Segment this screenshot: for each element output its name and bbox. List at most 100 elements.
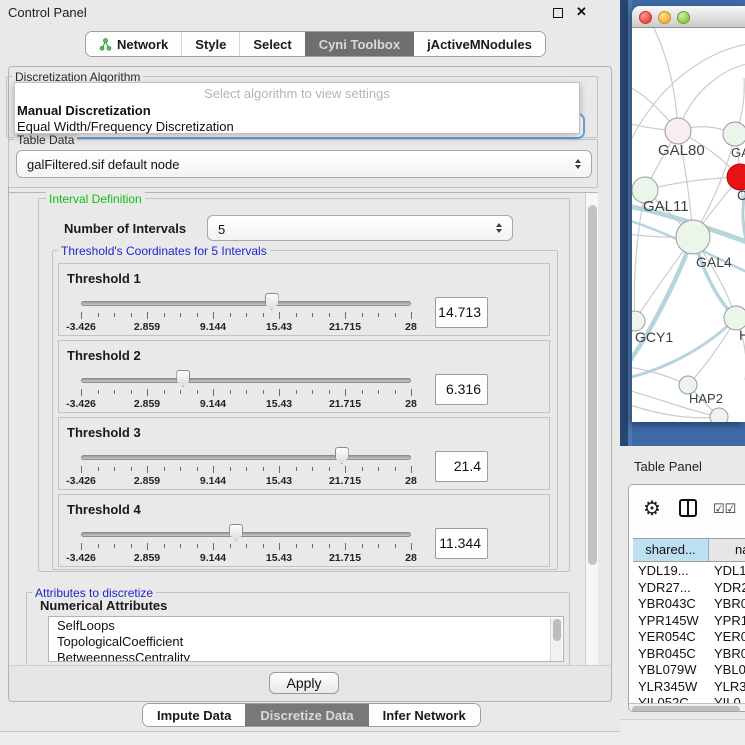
- network-window-titlebar[interactable]: [632, 6, 745, 28]
- gear-icon[interactable]: ⚙: [643, 496, 661, 521]
- tick-mark: [246, 544, 247, 548]
- network-edge[interactable]: [678, 64, 745, 131]
- cell-shared-name[interactable]: YIL052C: [633, 695, 709, 703]
- network-node[interactable]: [710, 408, 728, 422]
- tick-mark: [81, 312, 82, 319]
- threshold-value-field[interactable]: 11.344: [435, 528, 488, 559]
- threshold-slider-track[interactable]: [81, 455, 411, 460]
- threshold-value-field[interactable]: 14.713: [435, 297, 488, 328]
- mac-zoom-icon[interactable]: [677, 11, 690, 24]
- horizontal-scrollbar[interactable]: [629, 703, 745, 712]
- tab-cyni-toolbox[interactable]: Cyni Toolbox: [305, 32, 413, 56]
- cell-name[interactable]: YBL0: [709, 662, 745, 679]
- table-row[interactable]: YPR145WYPR1: [633, 613, 745, 630]
- table-row[interactable]: YLR345WYLR3: [633, 679, 745, 696]
- cell-shared-name[interactable]: YDR27...: [633, 580, 709, 597]
- split-columns-icon[interactable]: [679, 499, 697, 517]
- table-row[interactable]: YER054CYER0: [633, 629, 745, 646]
- attribute-item[interactable]: BetweennessCentrality: [49, 649, 563, 662]
- cell-name[interactable]: YBR0: [709, 596, 745, 613]
- cell-shared-name[interactable]: YBR045C: [633, 646, 709, 663]
- apply-button[interactable]: Apply: [269, 672, 339, 694]
- threshold-slider-thumb[interactable]: [176, 370, 190, 387]
- scale-label: 2.859: [134, 321, 160, 333]
- network-edge[interactable]: [632, 404, 719, 418]
- tab-discretize-data[interactable]: Discretize Data: [245, 704, 367, 726]
- table-row[interactable]: YDR27...YDR2: [633, 580, 745, 597]
- tick-mark: [312, 544, 313, 548]
- scrollbar-thumb[interactable]: [588, 205, 597, 565]
- tick-mark: [395, 313, 396, 317]
- tab-select[interactable]: Select: [239, 32, 304, 56]
- column-header-shared[interactable]: shared...: [633, 539, 709, 561]
- dropdown-option-manual[interactable]: Manual Discretization: [17, 103, 577, 119]
- tick-mark: [395, 544, 396, 548]
- table-row[interactable]: YIL052CYIL0: [633, 695, 745, 703]
- list-scrollbar[interactable]: [550, 618, 562, 662]
- tick-mark: [180, 544, 181, 548]
- network-node-gal80[interactable]: [665, 118, 691, 144]
- tab-infer-network[interactable]: Infer Network: [368, 704, 480, 726]
- attribute-item[interactable]: SelfLoops: [49, 617, 563, 633]
- cell-shared-name[interactable]: YPR145W: [633, 613, 709, 630]
- network-canvas[interactable]: GAL80GACGAL11GAL4GCY1HHAP2: [632, 28, 745, 422]
- number-of-intervals-combobox[interactable]: 5: [207, 215, 513, 241]
- threshold-panel: Threshold 3-3.4262.8599.14415.4321.71528…: [58, 417, 550, 490]
- tab-jactivemnodules[interactable]: jActiveMNodules: [413, 32, 545, 56]
- network-edge[interactable]: [654, 28, 678, 131]
- cell-name[interactable]: YER0: [709, 629, 745, 646]
- tick-mark: [98, 313, 99, 317]
- threshold-slider-track[interactable]: [81, 532, 411, 537]
- cell-name[interactable]: YBR0: [709, 646, 745, 663]
- cell-name[interactable]: YDR2: [709, 580, 745, 597]
- column-header-name[interactable]: na: [709, 539, 745, 561]
- threshold-slider-thumb[interactable]: [229, 524, 243, 541]
- cell-name[interactable]: YDL1: [709, 563, 745, 580]
- table-row[interactable]: YBL079WYBL0: [633, 662, 745, 679]
- tick-mark: [131, 467, 132, 471]
- dropdown-option-equal-width[interactable]: Equal Width/Frequency Discretization: [17, 119, 577, 135]
- scrollbar-thumb[interactable]: [632, 706, 740, 713]
- tick-mark: [213, 389, 214, 396]
- table-row[interactable]: YBR043CYBR0: [633, 596, 745, 613]
- mac-minimize-icon[interactable]: [658, 11, 671, 24]
- cell-shared-name[interactable]: YDL19...: [633, 563, 709, 580]
- network-node-gcy1[interactable]: [632, 311, 645, 331]
- threshold-value-field[interactable]: 6.316: [435, 374, 488, 405]
- tab-impute-data[interactable]: Impute Data: [143, 704, 245, 726]
- tick-mark: [147, 466, 148, 473]
- threshold-slider-track[interactable]: [81, 378, 411, 383]
- threshold-slider-thumb[interactable]: [335, 447, 349, 464]
- cell-name[interactable]: YIL0: [709, 695, 745, 703]
- threshold-slider-thumb[interactable]: [265, 293, 279, 310]
- table-row[interactable]: YDL19...YDL1: [633, 563, 745, 580]
- cell-name[interactable]: YPR1: [709, 613, 745, 630]
- network-node-gal4[interactable]: [676, 220, 710, 254]
- tab-network[interactable]: Network: [86, 32, 181, 56]
- checkbox-icons[interactable]: ☑☑: [713, 501, 736, 517]
- scale-label: 2.859: [134, 475, 160, 487]
- cell-shared-name[interactable]: YLR345W: [633, 679, 709, 696]
- tick-mark: [378, 390, 379, 394]
- scrollbar-thumb[interactable]: [553, 619, 561, 641]
- cell-shared-name[interactable]: YBL079W: [633, 662, 709, 679]
- cell-shared-name[interactable]: YBR043C: [633, 596, 709, 613]
- tab-style[interactable]: Style: [181, 32, 239, 56]
- attribute-item[interactable]: TopologicalCoefficient: [49, 633, 563, 649]
- numerical-attributes-list[interactable]: SelfLoopsTopologicalCoefficientBetweenne…: [48, 616, 564, 662]
- network-edge-highlighted[interactable]: [632, 237, 693, 365]
- threshold-value-field[interactable]: 21.4: [435, 451, 488, 482]
- cell-shared-name[interactable]: YER054C: [633, 629, 709, 646]
- table-row[interactable]: YBR045CYBR0: [633, 646, 745, 663]
- network-edge[interactable]: [645, 177, 740, 190]
- mac-close-icon[interactable]: [639, 11, 652, 24]
- network-node-ga[interactable]: [723, 122, 745, 146]
- float-window-icon[interactable]: [553, 8, 563, 18]
- close-icon[interactable]: ✕: [576, 4, 587, 20]
- network-edge-highlighted[interactable]: [632, 318, 736, 378]
- cell-name[interactable]: YLR3: [709, 679, 745, 696]
- table-data-combobox[interactable]: galFiltered.sif default node: [16, 150, 592, 178]
- threshold-slider-track[interactable]: [81, 301, 411, 306]
- vertical-scrollbar[interactable]: [585, 193, 598, 665]
- screen: Control Panel ✕ NetworkStyleSelectCyni T…: [0, 0, 745, 745]
